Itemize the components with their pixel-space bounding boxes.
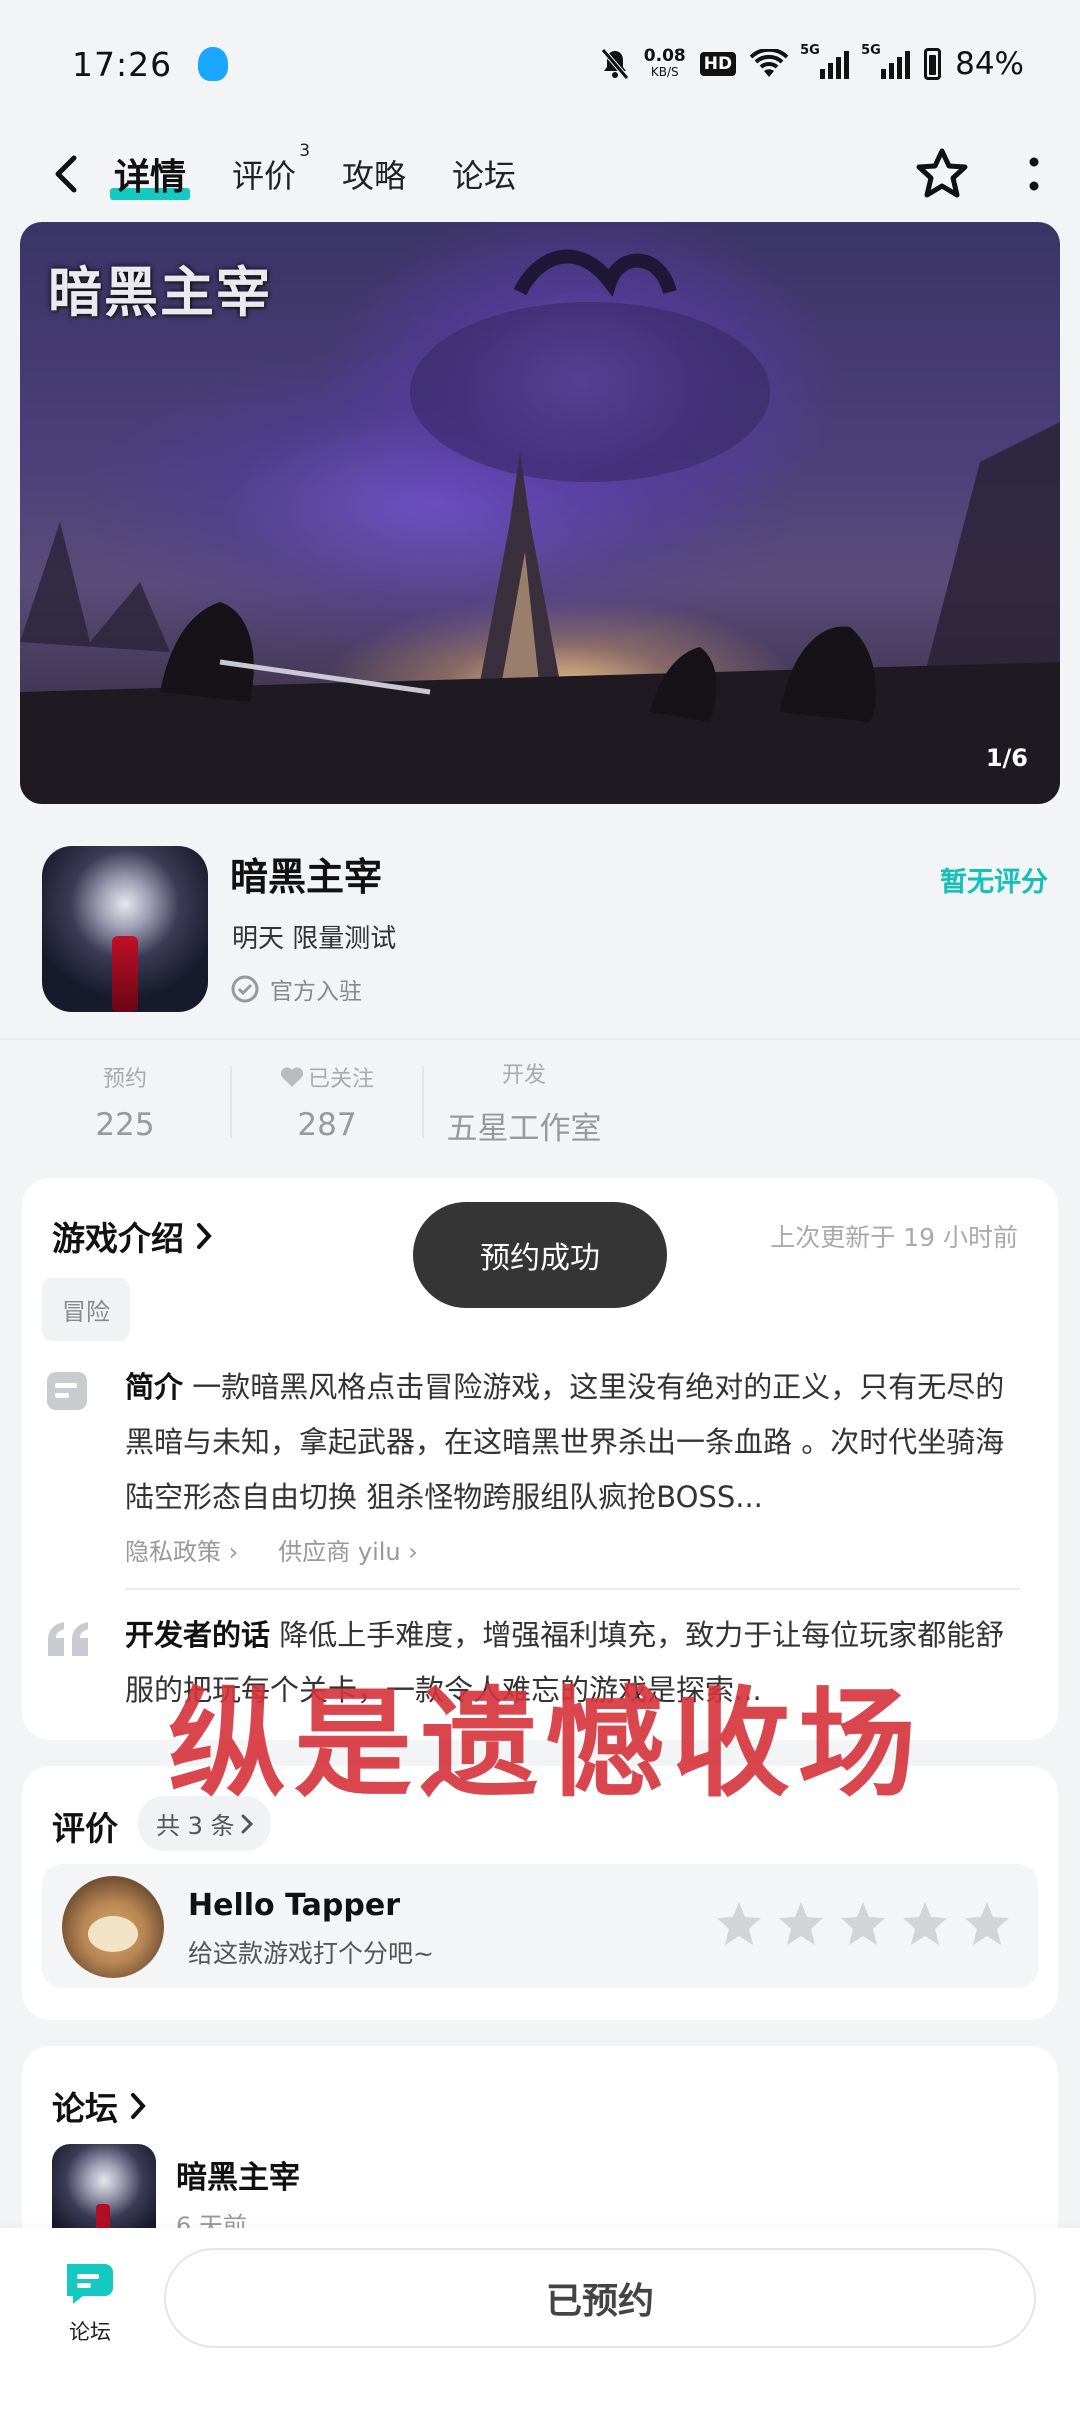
- chat-bubble-icon: [67, 2264, 113, 2304]
- divider: [422, 1066, 424, 1138]
- official-label: 官方入驻: [270, 979, 362, 1005]
- tab-details[interactable]: 详情: [109, 148, 191, 200]
- qq-penguin-icon: [198, 47, 229, 81]
- game-icon: [42, 846, 208, 1012]
- stat-label: 开发: [501, 1062, 546, 1088]
- follows-stat[interactable]: 已关注 287: [252, 1061, 402, 1143]
- bell-muted-icon: [600, 48, 629, 80]
- star-icon[interactable]: [776, 1900, 826, 1948]
- status-time: 17:26: [72, 44, 173, 84]
- document-icon: [47, 1372, 87, 1410]
- star-outline-icon[interactable]: [914, 147, 970, 201]
- overlay-caption: 纵是遗憾收场: [168, 1675, 925, 1813]
- battery-percent: 84%: [955, 46, 1024, 82]
- check-circle-icon: [231, 975, 259, 1003]
- star-rating[interactable]: [714, 1900, 1012, 1948]
- avatar: [62, 1876, 164, 1978]
- rating-status: 暂无评分: [940, 867, 1048, 898]
- provider-link[interactable]: 供应商 yilu ›: [278, 1532, 418, 1567]
- reservations-stat: 预约 225: [40, 1061, 210, 1143]
- tab-guides[interactable]: 攻略: [342, 151, 406, 197]
- divider: [230, 1066, 232, 1138]
- test-schedule: 明天 限量测试: [232, 924, 397, 954]
- bottom-forum-label: 论坛: [69, 2320, 111, 2344]
- chevron-right-icon: [131, 2093, 146, 2119]
- screenshot-carousel[interactable]: 暗黑主宰 1/6: [20, 222, 1060, 804]
- hd-voice-icon: HD: [699, 52, 737, 76]
- summary-text[interactable]: 简介 一款暗黑风格点击冒险游戏，这里没有绝对的正义，只有无尽的黑暗与未知，拿起武…: [125, 1360, 1020, 1525]
- developer-name: 五星工作室: [446, 1110, 602, 1147]
- developer-stat[interactable]: 开发 五星工作室: [444, 1057, 604, 1148]
- game-title: 暗黑主宰: [230, 855, 383, 899]
- bottom-forum-button[interactable]: 论坛: [58, 2258, 122, 2346]
- signal-5g-icon: 5G: [800, 43, 850, 79]
- tab-forum[interactable]: 论坛: [452, 151, 516, 197]
- official-badge: 官方入驻: [230, 972, 362, 1006]
- user-name: Hello Tapper: [188, 1888, 401, 1923]
- chevron-left-icon: [55, 155, 77, 193]
- policy-links: 隐私政策 › 供应商 yilu ›: [125, 1532, 418, 1567]
- stat-value: 287: [297, 1107, 357, 1143]
- top-nav: 详情 评价 3 攻略 论坛: [0, 128, 1080, 220]
- divider: [0, 1038, 1080, 1040]
- intro-title[interactable]: 游戏介绍: [52, 1212, 212, 1260]
- signal-5g-icon: 5G: [861, 43, 911, 79]
- reservation-success-toast: 预约成功: [413, 1202, 667, 1308]
- rate-hint: 给这款游戏打个分吧~: [188, 1939, 434, 1968]
- net-speed: 0.08 KB/S: [643, 46, 686, 80]
- stat-label: 已关注: [280, 1061, 374, 1093]
- wifi-icon: [750, 49, 789, 77]
- game-logo: 暗黑主宰: [48, 260, 272, 324]
- reserved-button[interactable]: 已预约: [164, 2248, 1036, 2348]
- privacy-policy-link[interactable]: 隐私政策 ›: [125, 1532, 238, 1567]
- battery-icon: [924, 48, 942, 80]
- stat-label: 预约: [102, 1067, 147, 1092]
- stat-value: 225: [95, 1107, 155, 1143]
- status-bar: 17:26 0.08 KB/S HD 5G 5G 84%: [0, 0, 1080, 128]
- bottom-action-bar: 论坛 已预约: [0, 2228, 1080, 2414]
- forum-post-title[interactable]: 暗黑主宰: [176, 2152, 300, 2197]
- star-icon[interactable]: [962, 1900, 1012, 1948]
- last-updated: 上次更新于 19 小时前: [770, 1223, 1018, 1252]
- tab-reviews[interactable]: 评价 3: [232, 141, 310, 197]
- chevron-right-icon: [197, 1223, 212, 1249]
- back-button[interactable]: [46, 154, 86, 194]
- rate-prompt[interactable]: Hello Tapper 给这款游戏打个分吧~: [42, 1864, 1038, 1988]
- divider: [125, 1588, 1020, 1590]
- heart-icon: [280, 1067, 304, 1087]
- carousel-counter: 1/6: [985, 744, 1028, 772]
- forum-title[interactable]: 论坛: [52, 2082, 146, 2130]
- reviews-title[interactable]: 评价: [52, 1802, 118, 1850]
- reviews-count-badge: 3: [299, 141, 311, 161]
- star-icon[interactable]: [900, 1900, 950, 1948]
- quote-icon: [48, 1622, 88, 1656]
- stats-row: 预约 225 已关注 287 开发 五星工作室: [0, 1044, 1080, 1160]
- game-header: 暗黑主宰 明天 限量测试 官方入驻 暂无评分: [0, 836, 1080, 1036]
- genre-tag[interactable]: 冒险: [42, 1278, 130, 1341]
- star-icon[interactable]: [838, 1900, 888, 1948]
- star-icon[interactable]: [714, 1900, 764, 1948]
- more-vertical-icon[interactable]: [1028, 156, 1040, 192]
